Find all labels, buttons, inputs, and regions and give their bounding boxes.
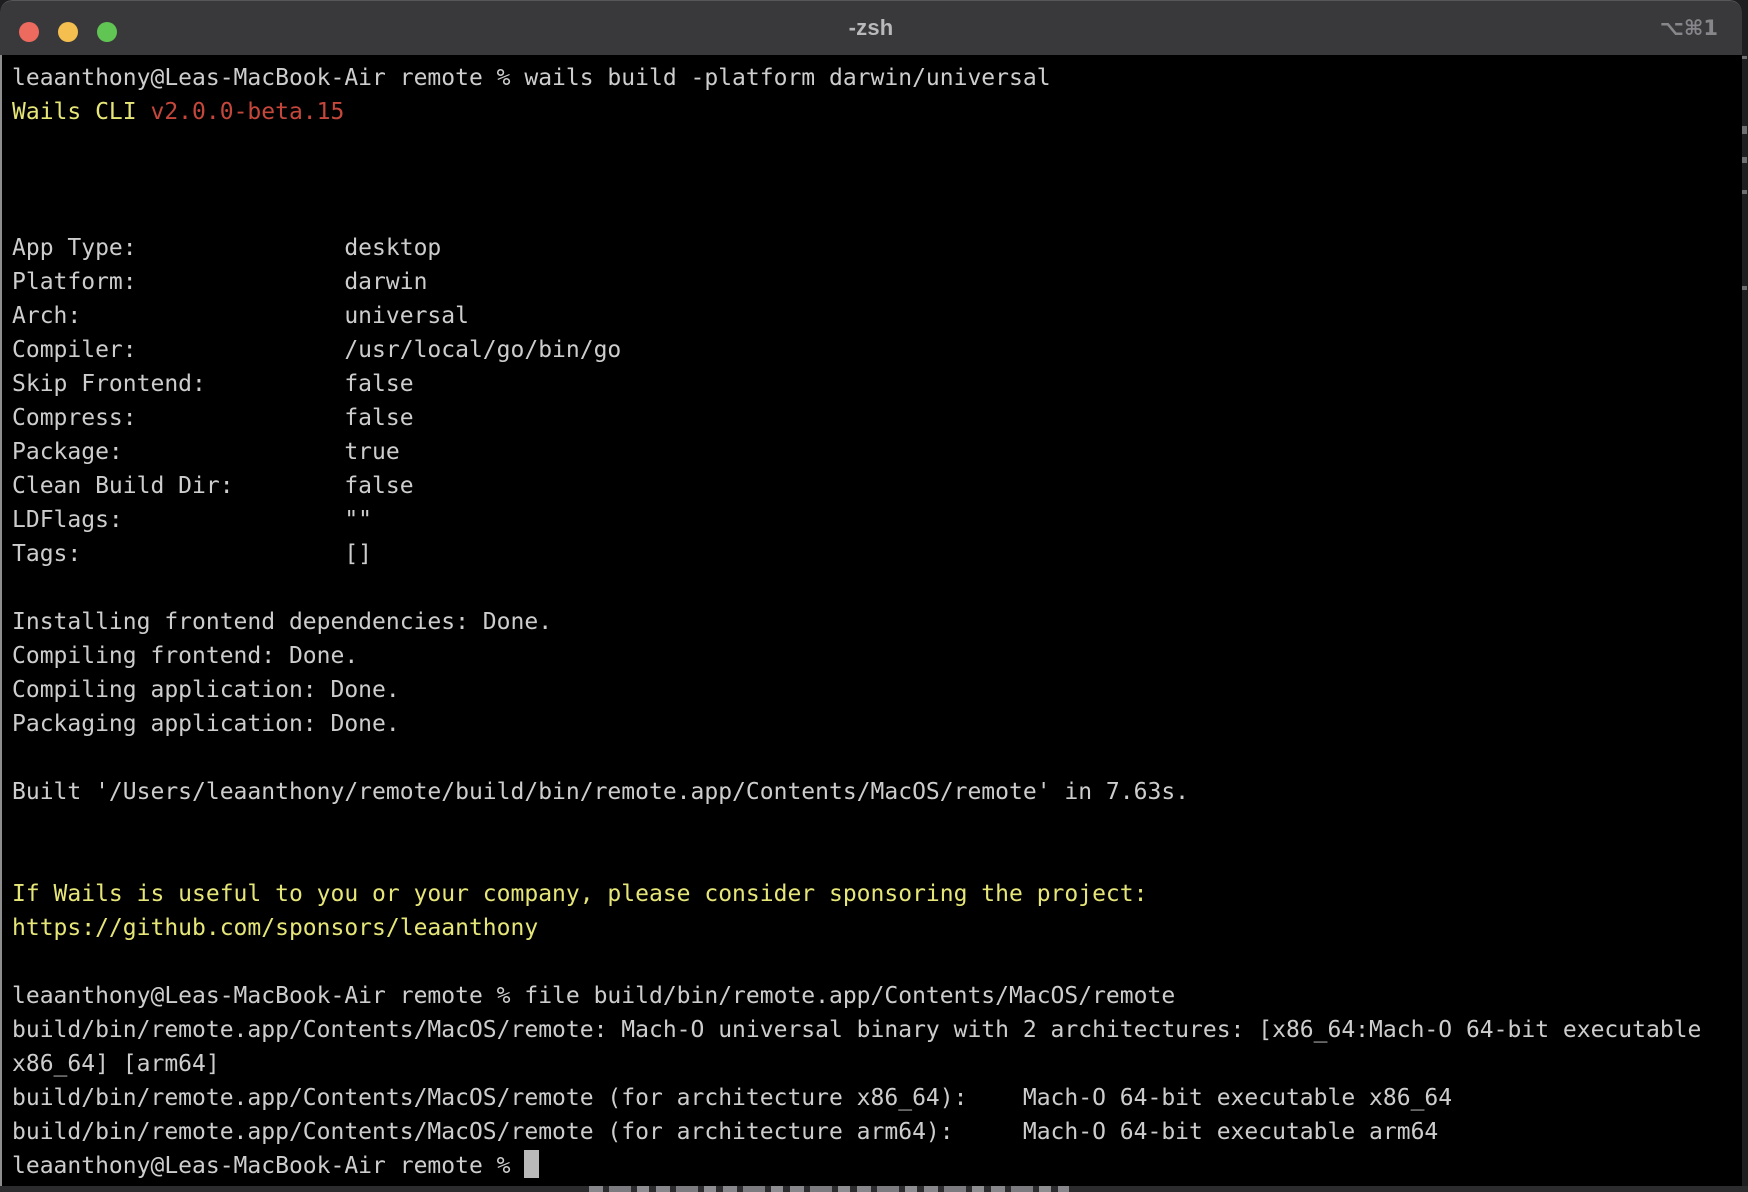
terminal-text-segment: leaanthony@Leas-MacBook-Air remote % wai… (12, 65, 1051, 91)
terminal-text-segment: https://github.com/sponsors/leaanthony (12, 915, 538, 941)
terminal-text-segment: Installing frontend dependencies: Done. (12, 609, 552, 635)
terminal-line: build/bin/remote.app/Contents/MacOS/remo… (12, 1081, 1732, 1115)
terminal-line: App Type: desktop (12, 231, 1732, 265)
terminal-line: leaanthony@Leas-MacBook-Air remote % fil… (12, 979, 1732, 1013)
close-button[interactable] (19, 22, 39, 42)
terminal-line (12, 163, 1732, 197)
terminal-text-segment: App Type: desktop (12, 235, 441, 261)
terminal-output[interactable]: leaanthony@Leas-MacBook-Air remote % wai… (0, 55, 1742, 1186)
terminal-text-segment: leaanthony@Leas-MacBook-Air remote % fil… (12, 983, 1175, 1009)
terminal-line: Compress: false (12, 401, 1732, 435)
terminal-text-segment: leaanthony@Leas-MacBook-Air remote % (12, 1153, 524, 1179)
terminal-text-segment: Packaging application: Done. (12, 711, 400, 737)
terminal-text-segment: build/bin/remote.app/Contents/MacOS/remo… (12, 1085, 1452, 1111)
title-bar[interactable]: -zsh ⌥⌘1 (0, 0, 1742, 55)
terminal-line: LDFlags: "" (12, 503, 1732, 537)
terminal-line: Wails CLI v2.0.0-beta.15 (12, 95, 1732, 129)
text-cursor (524, 1150, 539, 1178)
terminal-text-segment: Built '/Users/leaanthony/remote/build/bi… (12, 779, 1189, 805)
terminal-line (12, 741, 1732, 775)
terminal-text-segment: Tags: [] (12, 541, 372, 567)
terminal-text-segment: Wails CLI (12, 99, 150, 125)
terminal-line (12, 809, 1732, 843)
terminal-text-segment: Package: true (12, 439, 400, 465)
terminal-text-segment: Compiler: /usr/local/go/bin/go (12, 337, 621, 363)
terminal-line (12, 129, 1732, 163)
tab-shortcut-badge: ⌥⌘1 (1660, 1, 1718, 55)
terminal-line: Tags: [] (12, 537, 1732, 571)
terminal-text-segment: build/bin/remote.app/Contents/MacOS/remo… (12, 1119, 1438, 1145)
background-window-text-fragment (589, 1186, 1069, 1192)
terminal-text-segment: x86_64] [arm64] (12, 1051, 220, 1077)
terminal-line: Compiling frontend: Done. (12, 639, 1732, 673)
zoom-button[interactable] (97, 22, 117, 42)
terminal-text-segment: Compiling application: Done. (12, 677, 400, 703)
terminal-line: build/bin/remote.app/Contents/MacOS/remo… (12, 1013, 1732, 1047)
terminal-line: build/bin/remote.app/Contents/MacOS/remo… (12, 1115, 1732, 1149)
terminal-text-segment: build/bin/remote.app/Contents/MacOS/remo… (12, 1017, 1701, 1043)
terminal-text-segment: Platform: darwin (12, 269, 427, 295)
terminal-text-segment: Skip Frontend: false (12, 371, 414, 397)
terminal-text-segment: Clean Build Dir: false (12, 473, 414, 499)
window-title: -zsh (849, 15, 894, 41)
terminal-text-segment: Arch: universal (12, 303, 469, 329)
terminal-line: Compiling application: Done. (12, 673, 1732, 707)
terminal-text-segment: Compress: false (12, 405, 414, 431)
terminal-line (12, 843, 1732, 877)
desktop-background-strip (0, 1186, 1748, 1192)
terminal-line: Arch: universal (12, 299, 1732, 333)
terminal-line: Packaging application: Done. (12, 707, 1732, 741)
terminal-line: Package: true (12, 435, 1732, 469)
terminal-line (12, 571, 1732, 605)
terminal-line: Built '/Users/leaanthony/remote/build/bi… (12, 775, 1732, 809)
terminal-text-segment: LDFlags: "" (12, 507, 372, 533)
window-controls (19, 22, 117, 42)
terminal-line: Skip Frontend: false (12, 367, 1732, 401)
terminal-text-segment: v2.0.0-beta.15 (150, 99, 344, 125)
terminal-line: x86_64] [arm64] (12, 1047, 1732, 1081)
terminal-line: If Wails is useful to you or your compan… (12, 877, 1732, 911)
terminal-line: Clean Build Dir: false (12, 469, 1732, 503)
terminal-line: Installing frontend dependencies: Done. (12, 605, 1732, 639)
terminal-line (12, 945, 1732, 979)
terminal-line: leaanthony@Leas-MacBook-Air remote % (12, 1149, 1732, 1183)
terminal-text-segment: If Wails is useful to you or your compan… (12, 881, 1147, 907)
terminal-line: https://github.com/sponsors/leaanthony (12, 911, 1732, 945)
background-window-fragments (1742, 0, 1748, 1192)
terminal-line: Compiler: /usr/local/go/bin/go (12, 333, 1732, 367)
terminal-line: leaanthony@Leas-MacBook-Air remote % wai… (12, 61, 1732, 95)
minimize-button[interactable] (58, 22, 78, 42)
terminal-line: Platform: darwin (12, 265, 1732, 299)
terminal-line (12, 197, 1732, 231)
terminal-window: -zsh ⌥⌘1 leaanthony@Leas-MacBook-Air rem… (0, 0, 1742, 1186)
terminal-text-segment: Compiling frontend: Done. (12, 643, 358, 669)
